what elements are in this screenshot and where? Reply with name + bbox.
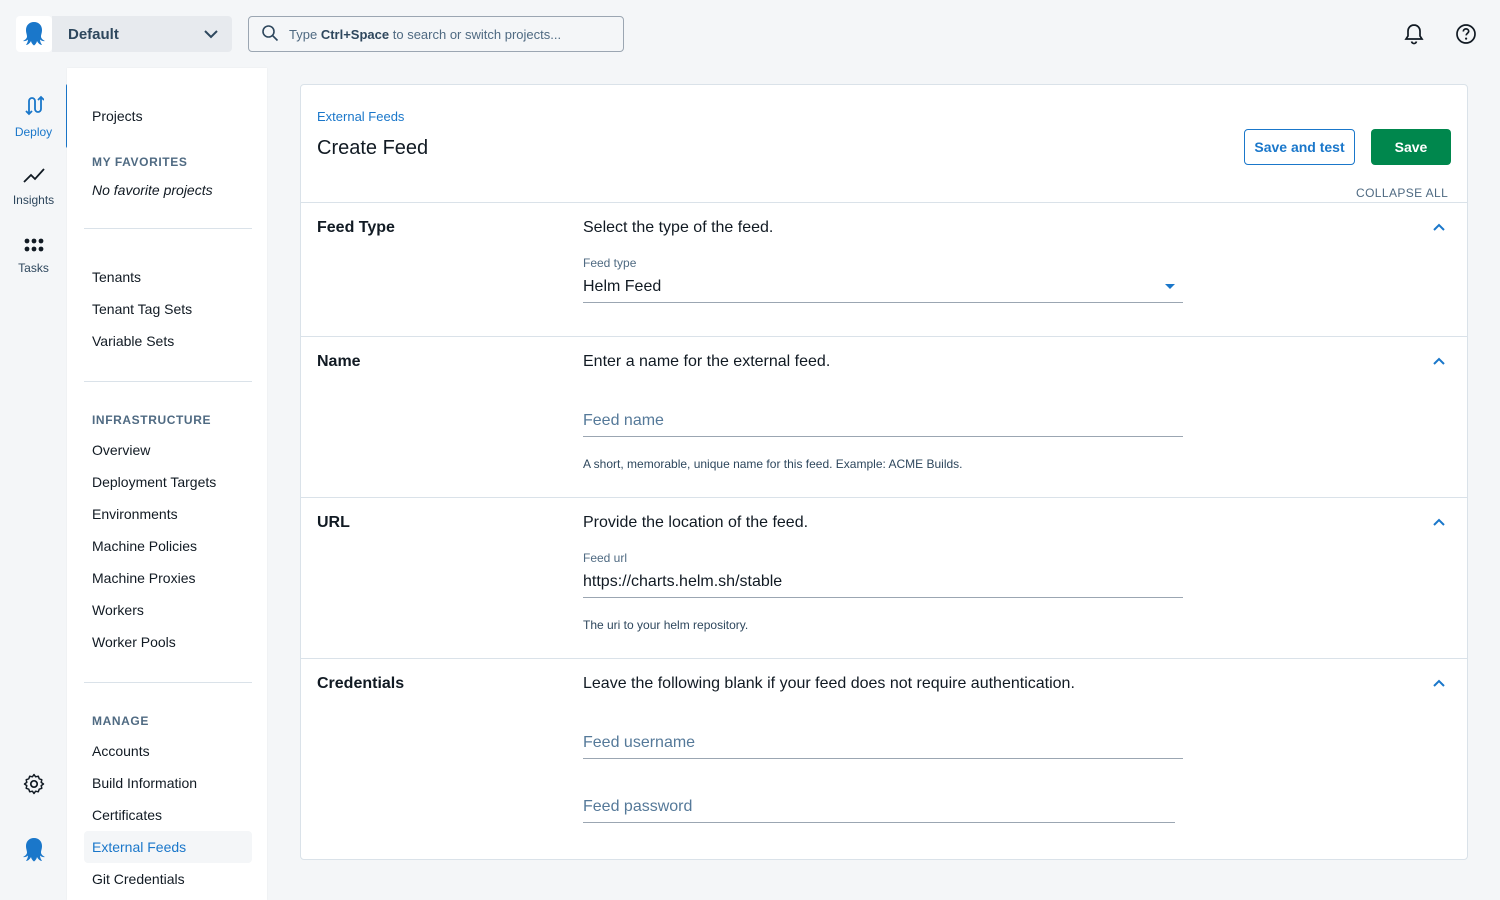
feed-type-select[interactable]: Helm Feed — [583, 271, 1183, 303]
feed-name-help: A short, memorable, unique name for this… — [583, 457, 963, 471]
feed-type-value: Helm Feed — [583, 277, 662, 295]
sidebar-item-external-feeds[interactable]: External Feeds — [92, 839, 186, 855]
chevron-down-icon — [202, 25, 220, 47]
section-url: URL Provide the location of the feed. Fe… — [301, 497, 1467, 658]
chevron-up-icon[interactable] — [1431, 675, 1447, 691]
sidebar-item-machine-proxies[interactable]: Machine Proxies — [92, 570, 196, 586]
sidebar-divider — [84, 381, 252, 382]
sidebar-item-accounts[interactable]: Accounts — [92, 743, 150, 759]
sidebar-item-workers[interactable]: Workers — [92, 602, 144, 618]
sidebar-item-overview[interactable]: Overview — [92, 442, 150, 458]
section-description: Enter a name for the external feed. — [583, 353, 831, 370]
sidebar-divider — [84, 228, 252, 229]
sidebar-divider — [84, 682, 252, 683]
sidebar-item-projects[interactable]: Projects — [92, 108, 143, 124]
manage-heading: MANAGE — [92, 714, 149, 728]
left-rail: Deploy Insights Tasks — [0, 68, 70, 900]
section-feed-type: Feed Type Select the type of the feed. F… — [301, 202, 1467, 336]
sidebar-item-environments[interactable]: Environments — [92, 506, 178, 522]
rail-item-deploy[interactable]: Deploy — [0, 84, 70, 148]
space-name: Default — [68, 25, 119, 43]
feed-type-label: Feed type — [583, 256, 637, 270]
octopus-logo[interactable] — [16, 16, 52, 52]
rail-label-insights: Insights — [12, 192, 55, 207]
breadcrumb[interactable]: External Feeds — [317, 109, 404, 124]
save-button[interactable]: Save — [1371, 129, 1451, 165]
search-placeholder: Type Ctrl+Space to search or switch proj… — [289, 26, 562, 42]
rail-item-tasks[interactable]: Tasks — [0, 224, 67, 288]
feed-url-input[interactable]: https://charts.helm.sh/stable — [583, 566, 1183, 598]
save-and-test-button[interactable]: Save and test — [1244, 129, 1355, 165]
deploy-icon — [24, 94, 45, 119]
create-feed-card: External Feeds Create Feed Save and test… — [300, 84, 1468, 860]
favorites-heading: MY FAVORITES — [92, 155, 188, 169]
feed-password-placeholder: Feed password — [583, 797, 693, 815]
sidebar-item-certificates[interactable]: Certificates — [92, 807, 162, 823]
section-description: Provide the location of the feed. — [583, 514, 809, 531]
chevron-up-icon[interactable] — [1431, 514, 1447, 530]
sidebar-item-worker-pools[interactable]: Worker Pools — [92, 634, 176, 650]
sidebar-item-git-credentials[interactable]: Git Credentials — [92, 871, 185, 887]
feed-password-input[interactable]: Feed password — [583, 791, 1175, 823]
feed-name-placeholder: Feed name — [583, 411, 664, 429]
dropdown-caret-icon — [1165, 284, 1175, 289]
octopus-avatar-icon[interactable] — [20, 836, 48, 869]
sidebar-item-deployment-targets[interactable]: Deployment Targets — [92, 474, 216, 490]
feed-name-input[interactable]: Feed name — [583, 405, 1183, 437]
feed-url-help: The uri to your helm repository. — [583, 618, 749, 632]
feed-url-label: Feed url — [583, 551, 628, 565]
feed-url-value: https://charts.helm.sh/stable — [583, 572, 783, 590]
settings-gear-icon[interactable] — [22, 772, 46, 801]
rail-label-deploy: Deploy — [14, 124, 53, 139]
space-switcher[interactable]: Default — [52, 16, 232, 52]
feed-username-placeholder: Feed username — [583, 733, 696, 751]
collapse-all-link[interactable]: COLLAPSE ALL — [1356, 186, 1448, 200]
section-description: Select the type of the feed. — [583, 219, 774, 236]
rail-label-tasks: Tasks — [18, 260, 49, 275]
infrastructure-heading: INFRASTRUCTURE — [92, 413, 212, 427]
chevron-up-icon[interactable] — [1431, 353, 1447, 369]
section-credentials: Credentials Leave the following blank if… — [301, 658, 1467, 859]
tasks-icon — [24, 238, 44, 255]
section-title: Name — [317, 353, 361, 370]
section-title: Feed Type — [317, 219, 395, 236]
section-title: URL — [317, 514, 350, 531]
section-title: Credentials — [317, 675, 405, 692]
section-name: Name Enter a name for the external feed.… — [301, 336, 1467, 497]
search-icon — [261, 24, 279, 45]
search-input[interactable]: Type Ctrl+Space to search or switch proj… — [248, 16, 624, 52]
sidebar-item-tenant-tag-sets[interactable]: Tenant Tag Sets — [92, 301, 192, 317]
chevron-up-icon[interactable] — [1431, 219, 1447, 235]
feed-username-input[interactable]: Feed username — [583, 727, 1183, 759]
page-title: Create Feed — [317, 137, 429, 159]
help-icon[interactable] — [1454, 22, 1478, 46]
insights-icon — [22, 166, 45, 187]
octopus-logo-icon — [23, 22, 45, 46]
sidebar-item-tenants[interactable]: Tenants — [92, 269, 141, 285]
sidebar-item-build-information[interactable]: Build Information — [92, 775, 197, 791]
section-description: Leave the following blank if your feed d… — [583, 675, 1075, 692]
favorites-empty-text: No favorite projects — [92, 182, 213, 198]
notifications-bell-icon[interactable] — [1402, 22, 1426, 46]
sidebar-item-variable-sets[interactable]: Variable Sets — [92, 333, 174, 349]
sidebar: Projects MY FAVORITES No favorite projec… — [67, 68, 267, 900]
top-bar: Default Type Ctrl+Space to search or swi… — [0, 0, 1500, 68]
rail-item-insights[interactable]: Insights — [0, 154, 67, 218]
sidebar-item-machine-policies[interactable]: Machine Policies — [92, 538, 197, 554]
